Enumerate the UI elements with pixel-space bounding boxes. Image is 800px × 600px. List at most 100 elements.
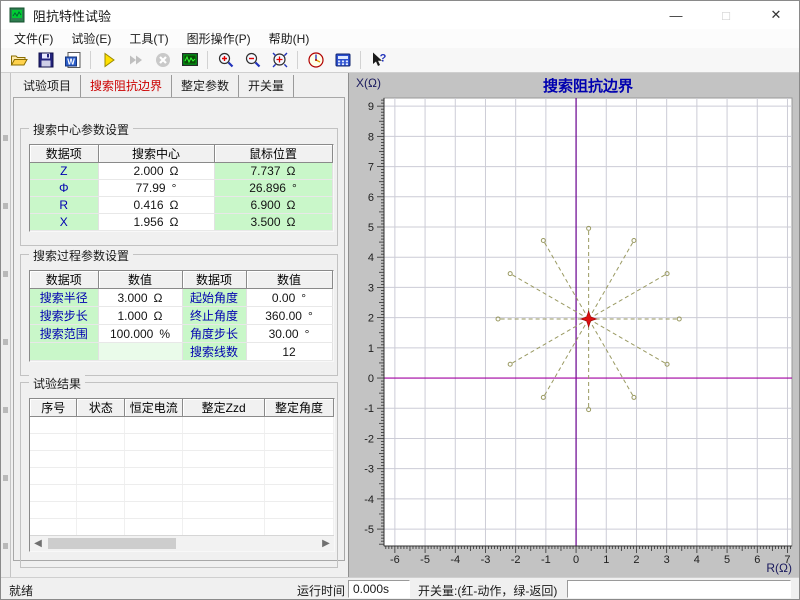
window-title: 阻抗特性试验 bbox=[33, 6, 111, 25]
tab-page: 搜索中心参数设置 数据项 搜索中心 鼠标位置 Z bbox=[13, 97, 345, 561]
toolbar-separator bbox=[297, 51, 298, 69]
unit: ° bbox=[308, 309, 313, 323]
menu-help[interactable]: 帮助(H) bbox=[260, 28, 319, 49]
toolbar-export-word-button[interactable]: W bbox=[59, 49, 86, 71]
title-bar: 阻抗特性试验 — □ ✕ bbox=[1, 1, 799, 29]
search-center-table: 数据项 搜索中心 鼠标位置 Z 2.000Ω 7.737Ω bbox=[29, 144, 334, 232]
toolbar-phasor-button[interactable] bbox=[302, 49, 329, 71]
item-label: 搜索范围 bbox=[30, 325, 98, 343]
center-value-cell[interactable]: 0.416Ω bbox=[98, 197, 214, 214]
empty-row bbox=[30, 417, 334, 434]
item-label bbox=[30, 343, 98, 361]
value-cell[interactable]: 30.00° bbox=[246, 325, 332, 343]
svg-text:5: 5 bbox=[368, 222, 374, 234]
value-cell[interactable]: 3.000Ω bbox=[98, 289, 182, 307]
table-row: X 1.956Ω 3.500Ω bbox=[30, 214, 332, 231]
col-header: 状态 bbox=[77, 399, 125, 417]
toolbar-zoom-in-button[interactable] bbox=[212, 49, 239, 71]
chart-panel: -5-4-3-2-10123456789-6-5-4-3-2-101234567… bbox=[348, 73, 800, 577]
chart-title: 搜索阻抗边界 bbox=[384, 75, 792, 96]
context-help-icon: ? bbox=[370, 51, 388, 69]
fast-forward-icon bbox=[127, 51, 145, 69]
item-label: 搜索半径 bbox=[30, 289, 98, 307]
close-button[interactable]: ✕ bbox=[763, 4, 789, 26]
svg-text:3: 3 bbox=[368, 282, 374, 294]
tab-switch-quantity[interactable]: 开关量 bbox=[239, 75, 294, 97]
value-cell[interactable]: 360.00° bbox=[246, 307, 332, 325]
item-label: 搜索步长 bbox=[30, 307, 98, 325]
item-label: Φ bbox=[30, 180, 98, 197]
menu-graph-ops[interactable]: 图形操作(P) bbox=[178, 28, 260, 49]
svg-text:-4: -4 bbox=[450, 554, 460, 566]
group-title: 试验结果 bbox=[29, 375, 85, 392]
svg-text:-3: -3 bbox=[364, 464, 374, 476]
scrollbar-thumb[interactable] bbox=[48, 538, 176, 549]
item-label: X bbox=[30, 214, 98, 231]
tab-test-items[interactable]: 试验项目 bbox=[14, 75, 81, 97]
svg-text:4: 4 bbox=[368, 252, 374, 264]
toolbar-open-button[interactable] bbox=[5, 49, 32, 71]
col-header: 数值 bbox=[98, 271, 182, 289]
impedance-plot[interactable]: -5-4-3-2-10123456789-6-5-4-3-2-101234567 bbox=[349, 73, 800, 577]
svg-text:-6: -6 bbox=[390, 554, 400, 566]
value-cell[interactable]: 100.000% bbox=[98, 325, 182, 343]
tab-setting-params[interactable]: 整定参数 bbox=[172, 75, 239, 97]
toolbar-zoom-out-button[interactable] bbox=[239, 49, 266, 71]
unit: Ω bbox=[287, 164, 296, 178]
center-value-cell[interactable]: 2.000Ω bbox=[98, 163, 214, 180]
horizontal-scrollbar[interactable]: ◀ ▶ bbox=[30, 535, 334, 551]
svg-text:2: 2 bbox=[368, 313, 374, 325]
table-row: Φ 77.99° 26.896° bbox=[30, 180, 332, 197]
toolbar-context-help-button[interactable]: ? bbox=[365, 49, 392, 71]
scroll-right-arrow[interactable]: ▶ bbox=[318, 536, 334, 551]
toolbar-save-button[interactable] bbox=[32, 49, 59, 71]
value-cell[interactable]: 0.00° bbox=[246, 289, 332, 307]
col-header: 搜索中心 bbox=[98, 145, 214, 163]
value: 0.00 bbox=[272, 291, 295, 305]
app-window: 阻抗特性试验 — □ ✕ 文件(F) 试验(E) 工具(T) 图形操作(P) 帮… bbox=[0, 0, 800, 600]
value-cell[interactable]: 1.000Ω bbox=[98, 307, 182, 325]
svg-text:7: 7 bbox=[368, 162, 374, 174]
svg-text:W: W bbox=[67, 58, 75, 67]
value: 100.000 bbox=[110, 327, 153, 341]
empty-row bbox=[30, 468, 334, 485]
item-label: 起始角度 bbox=[182, 289, 246, 307]
item-label: Z bbox=[30, 163, 98, 180]
unit: Ω bbox=[154, 291, 163, 305]
tab-search-impedance-boundary[interactable]: 搜索阻抗边界 bbox=[81, 75, 172, 97]
value: 1.000 bbox=[117, 309, 147, 323]
runtime-value: 0.000s bbox=[348, 580, 410, 598]
value: 2.000 bbox=[133, 164, 163, 178]
toolbar-waveform-button[interactable] bbox=[176, 49, 203, 71]
toolbar-separator bbox=[90, 51, 91, 69]
minimize-button[interactable]: — bbox=[663, 4, 689, 26]
menu-test[interactable]: 试验(E) bbox=[62, 28, 120, 49]
value-cell: 12 bbox=[246, 343, 332, 361]
maximize-button[interactable]: □ bbox=[713, 4, 739, 26]
svg-text:-5: -5 bbox=[420, 554, 430, 566]
table-row: 搜索半径 3.000Ω 起始角度 0.00° bbox=[30, 289, 332, 307]
toolbar-stop-button[interactable] bbox=[149, 49, 176, 71]
toolbar: W bbox=[1, 48, 799, 73]
col-header: 整定角度 bbox=[265, 399, 334, 417]
value: 0.416 bbox=[133, 198, 163, 212]
toolbar-start-button[interactable] bbox=[95, 49, 122, 71]
menu-file[interactable]: 文件(F) bbox=[5, 28, 62, 49]
svg-text:9: 9 bbox=[368, 101, 374, 113]
svg-text:-2: -2 bbox=[511, 554, 521, 566]
svg-text:6: 6 bbox=[754, 554, 760, 566]
center-value-cell[interactable]: 1.956Ω bbox=[98, 214, 214, 231]
docked-panel-strip[interactable] bbox=[1, 73, 11, 577]
svg-text:4: 4 bbox=[694, 554, 700, 566]
toolbar-calculator-button[interactable] bbox=[329, 49, 356, 71]
toolbar-zoom-reset-button[interactable] bbox=[266, 49, 293, 71]
group-search-center: 搜索中心参数设置 数据项 搜索中心 鼠标位置 Z bbox=[20, 128, 338, 246]
center-value-cell[interactable]: 77.99° bbox=[98, 180, 214, 197]
unit: % bbox=[159, 327, 170, 341]
table-row: 搜索线数 12 bbox=[30, 343, 332, 361]
menu-tools[interactable]: 工具(T) bbox=[120, 28, 177, 49]
scroll-left-arrow[interactable]: ◀ bbox=[30, 536, 46, 551]
open-folder-icon bbox=[10, 51, 28, 69]
toolbar-fast-forward-button[interactable] bbox=[122, 49, 149, 71]
search-process-table: 数据项 数值 数据项 数值 搜索半径 3.000Ω 起始角度 0. bbox=[29, 270, 334, 362]
